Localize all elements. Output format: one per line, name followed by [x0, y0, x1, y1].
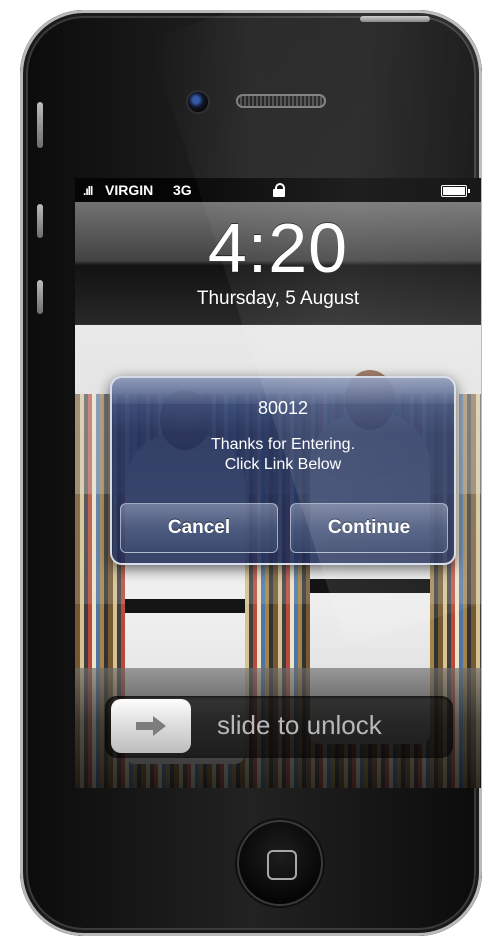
- unlock-panel: slide to unlock: [75, 668, 481, 788]
- network-type: 3G: [173, 182, 192, 198]
- alert-message-line: Click Link Below: [224, 456, 342, 473]
- continue-button[interactable]: Continue: [290, 503, 448, 553]
- sms-alert-dialog: 80012 Thanks for Entering. Click Link Be…: [110, 376, 456, 565]
- lock-screen: .ıll VIRGIN 3G 4:20 Thursday, 5 August 8…: [75, 178, 481, 788]
- home-button[interactable]: [237, 820, 323, 906]
- unlock-slider-track[interactable]: slide to unlock: [105, 696, 453, 758]
- arrow-head: [153, 716, 166, 736]
- front-camera-icon: [188, 92, 208, 112]
- unlock-label: slide to unlock: [217, 710, 382, 740]
- signal-strength-icon: .ıll: [83, 184, 93, 198]
- alert-message: Thanks for Entering. Click Link Below: [112, 435, 454, 475]
- volume-up-button[interactable]: [37, 204, 43, 238]
- earpiece-speaker: [236, 94, 326, 108]
- cancel-button[interactable]: Cancel: [120, 503, 278, 553]
- volume-down-button[interactable]: [37, 280, 43, 314]
- phone-frame: .ıll VIRGIN 3G 4:20 Thursday, 5 August 8…: [20, 10, 482, 936]
- arrow-right-icon: [136, 716, 166, 736]
- alert-message-line: Thanks for Entering.: [210, 436, 356, 453]
- mute-switch[interactable]: [37, 102, 43, 148]
- clock-panel: 4:20 Thursday, 5 August: [75, 202, 481, 325]
- black-belt: [125, 599, 245, 613]
- clock-time: 4:20: [207, 209, 349, 287]
- sleep-wake-button[interactable]: [360, 16, 430, 22]
- lock-body: [273, 189, 285, 197]
- status-bar: .ıll VIRGIN 3G: [75, 178, 481, 202]
- arrow-shaft: [136, 722, 154, 730]
- clock-date: Thursday, 5 August: [196, 288, 360, 309]
- carrier-name: VIRGIN: [105, 182, 154, 198]
- alert-title: 80012: [257, 398, 309, 418]
- battery-icon: [441, 185, 470, 197]
- home-button-icon: [267, 850, 297, 880]
- lock-icon: [273, 183, 285, 197]
- unlock-slider-knob[interactable]: [111, 699, 191, 753]
- black-belt: [310, 579, 430, 593]
